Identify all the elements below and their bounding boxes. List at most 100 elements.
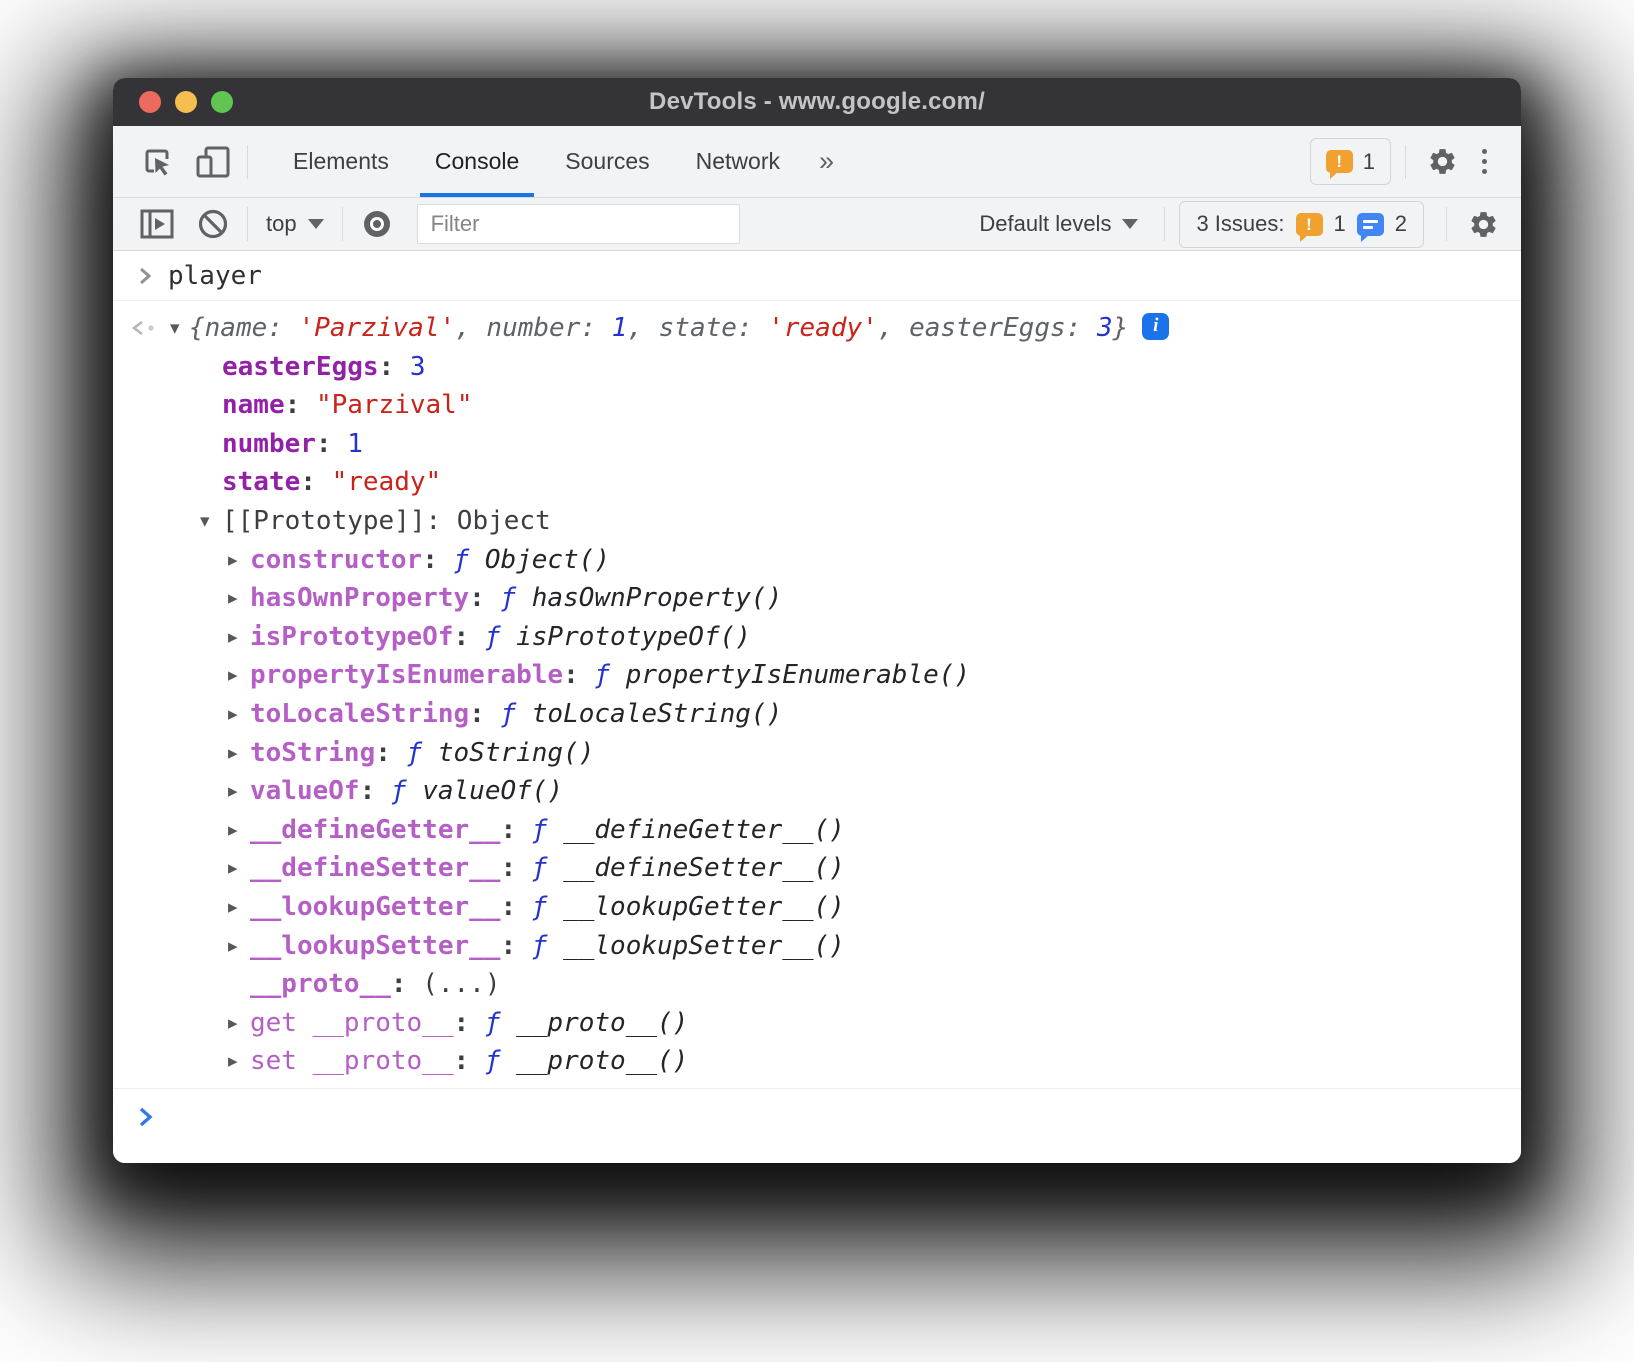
function-name: __proto__() bbox=[516, 1008, 688, 1038]
function-name: toLocaleString() bbox=[532, 699, 782, 729]
property-key: name bbox=[222, 390, 285, 420]
zoom-window-button[interactable] bbox=[211, 91, 233, 113]
property-value: "Parzival" bbox=[316, 390, 473, 420]
colon: : bbox=[391, 969, 422, 999]
inspect-element-button[interactable] bbox=[129, 136, 185, 188]
collapse-arrow-icon[interactable]: ▾ bbox=[170, 309, 180, 348]
property-value: (...) bbox=[422, 969, 500, 999]
set-accessor-row: ▸set __proto__: ƒ __proto__() bbox=[113, 1042, 1521, 1081]
prototype-method-row: ▸toString: ƒ toString() bbox=[113, 734, 1521, 773]
colon: : bbox=[500, 815, 531, 845]
colon: : bbox=[500, 892, 531, 922]
expand-arrow-icon[interactable]: ▸ bbox=[228, 579, 238, 618]
context-selector[interactable]: top bbox=[254, 211, 336, 237]
object-preview-row: ▾{name: 'Parzival', number: 1, state: 'r… bbox=[113, 309, 1521, 348]
console-prompt[interactable] bbox=[113, 1089, 1521, 1145]
preview-segment: , easterEggs: bbox=[878, 313, 1097, 343]
chevron-down-icon bbox=[1122, 219, 1138, 229]
colon: : bbox=[454, 1008, 485, 1038]
console-sidebar-toggle-button[interactable] bbox=[129, 198, 185, 250]
colon: : bbox=[375, 738, 406, 768]
issues-counter-button[interactable]: 3 Issues: ! 1 2 bbox=[1179, 201, 1424, 248]
tab-sources[interactable]: Sources bbox=[542, 126, 672, 197]
settings-button[interactable] bbox=[1420, 136, 1464, 188]
toolbar-separator bbox=[342, 207, 343, 241]
method-key: isPrototypeOf bbox=[250, 622, 454, 652]
console-command-row: player bbox=[113, 251, 1521, 301]
console-toolbar: top Default levels 3 Issues: ! 1 2 bbox=[113, 198, 1521, 251]
function-symbol: ƒ bbox=[500, 583, 531, 613]
expand-arrow-icon[interactable]: ▸ bbox=[228, 656, 238, 695]
devtools-window: DevTools - www.google.com/ Elements Cons… bbox=[113, 78, 1521, 1163]
property-row: number: 1 bbox=[113, 425, 1521, 464]
log-levels-selector[interactable]: Default levels bbox=[967, 211, 1150, 237]
console-settings-button[interactable] bbox=[1461, 198, 1505, 250]
property-key: easterEggs bbox=[222, 352, 379, 382]
function-name: isPrototypeOf() bbox=[516, 622, 751, 652]
preview-segment: 'Parzival' bbox=[299, 313, 456, 343]
expand-arrow-icon[interactable]: ▸ bbox=[228, 772, 238, 811]
method-key: __lookupSetter__ bbox=[250, 931, 500, 961]
prototype-method-row: ▸__lookupGetter__: ƒ __lookupGetter__() bbox=[113, 888, 1521, 927]
clear-console-button[interactable] bbox=[185, 198, 241, 250]
context-selector-label: top bbox=[266, 211, 297, 237]
more-tabs-button[interactable]: » bbox=[803, 126, 850, 197]
issue-error-bubble-icon: ! bbox=[1296, 213, 1323, 236]
toggle-device-toolbar-button[interactable] bbox=[185, 136, 241, 188]
collapse-arrow-icon[interactable]: ▾ bbox=[200, 502, 210, 541]
function-symbol: ƒ bbox=[485, 1046, 516, 1076]
sidebar-panel-icon bbox=[140, 209, 174, 239]
minimize-window-button[interactable] bbox=[175, 91, 197, 113]
property-row: name: "Parzival" bbox=[113, 386, 1521, 425]
expand-arrow-icon[interactable]: ▸ bbox=[228, 888, 238, 927]
info-icon[interactable]: i bbox=[1142, 313, 1169, 340]
tab-network[interactable]: Network bbox=[673, 126, 803, 197]
function-name: __defineGetter__() bbox=[563, 815, 845, 845]
expand-arrow-icon[interactable]: ▸ bbox=[228, 618, 238, 657]
tab-console[interactable]: Console bbox=[412, 126, 542, 197]
expand-arrow-icon[interactable]: ▸ bbox=[228, 541, 238, 580]
prompt-chevron-icon bbox=[137, 1106, 154, 1128]
preview-segment: {name: bbox=[189, 313, 299, 343]
console-command-text: player bbox=[168, 261, 262, 291]
accessor-key: get __proto__ bbox=[250, 1008, 454, 1038]
method-key: hasOwnProperty bbox=[250, 583, 469, 613]
device-toolbar-icon bbox=[195, 145, 231, 179]
close-window-button[interactable] bbox=[139, 91, 161, 113]
function-symbol: ƒ bbox=[454, 545, 485, 575]
function-symbol: ƒ bbox=[532, 815, 563, 845]
expand-arrow-icon[interactable]: ▸ bbox=[228, 811, 238, 850]
gear-icon bbox=[1427, 146, 1458, 177]
expand-arrow-icon[interactable]: ▸ bbox=[228, 1004, 238, 1043]
prototype-method-row: ▸constructor: ƒ Object() bbox=[113, 541, 1521, 580]
prototype-method-row: ▸__defineSetter__: ƒ __defineSetter__() bbox=[113, 849, 1521, 888]
expand-arrow-icon[interactable]: ▸ bbox=[228, 1042, 238, 1081]
expand-arrow-icon[interactable]: ▸ bbox=[228, 927, 238, 966]
error-bubble-icon: ! bbox=[1326, 150, 1353, 173]
colon: : bbox=[469, 699, 500, 729]
expand-arrow-icon[interactable]: ▸ bbox=[228, 849, 238, 888]
create-live-expression-button[interactable] bbox=[349, 198, 405, 250]
method-key: valueOf bbox=[250, 776, 360, 806]
toolbar-separator bbox=[247, 207, 248, 241]
colon: : bbox=[500, 853, 531, 883]
method-key: __defineGetter__ bbox=[250, 815, 500, 845]
colon: : bbox=[454, 1046, 485, 1076]
function-name: __defineSetter__() bbox=[563, 853, 845, 883]
expand-arrow-icon[interactable]: ▸ bbox=[228, 695, 238, 734]
tab-elements[interactable]: Elements bbox=[270, 126, 412, 197]
filter-input[interactable] bbox=[417, 204, 740, 244]
error-badge-button[interactable]: ! 1 bbox=[1310, 138, 1391, 185]
window-title: DevTools - www.google.com/ bbox=[649, 88, 985, 116]
error-count: 1 bbox=[1363, 149, 1375, 175]
main-menu-button[interactable] bbox=[1464, 149, 1505, 174]
property-key: number bbox=[222, 429, 316, 459]
function-symbol: ƒ bbox=[532, 853, 563, 883]
console-messages-area[interactable]: player ▾{name: 'Parzival', number: 1, st… bbox=[113, 251, 1521, 1163]
colon: : bbox=[379, 352, 410, 382]
property-value: 3 bbox=[410, 352, 426, 382]
preview-segment: 3 bbox=[1097, 313, 1113, 343]
toolbar-separator bbox=[1405, 145, 1406, 179]
expand-arrow-icon[interactable]: ▸ bbox=[228, 734, 238, 773]
property-key: __proto__ bbox=[250, 969, 391, 999]
